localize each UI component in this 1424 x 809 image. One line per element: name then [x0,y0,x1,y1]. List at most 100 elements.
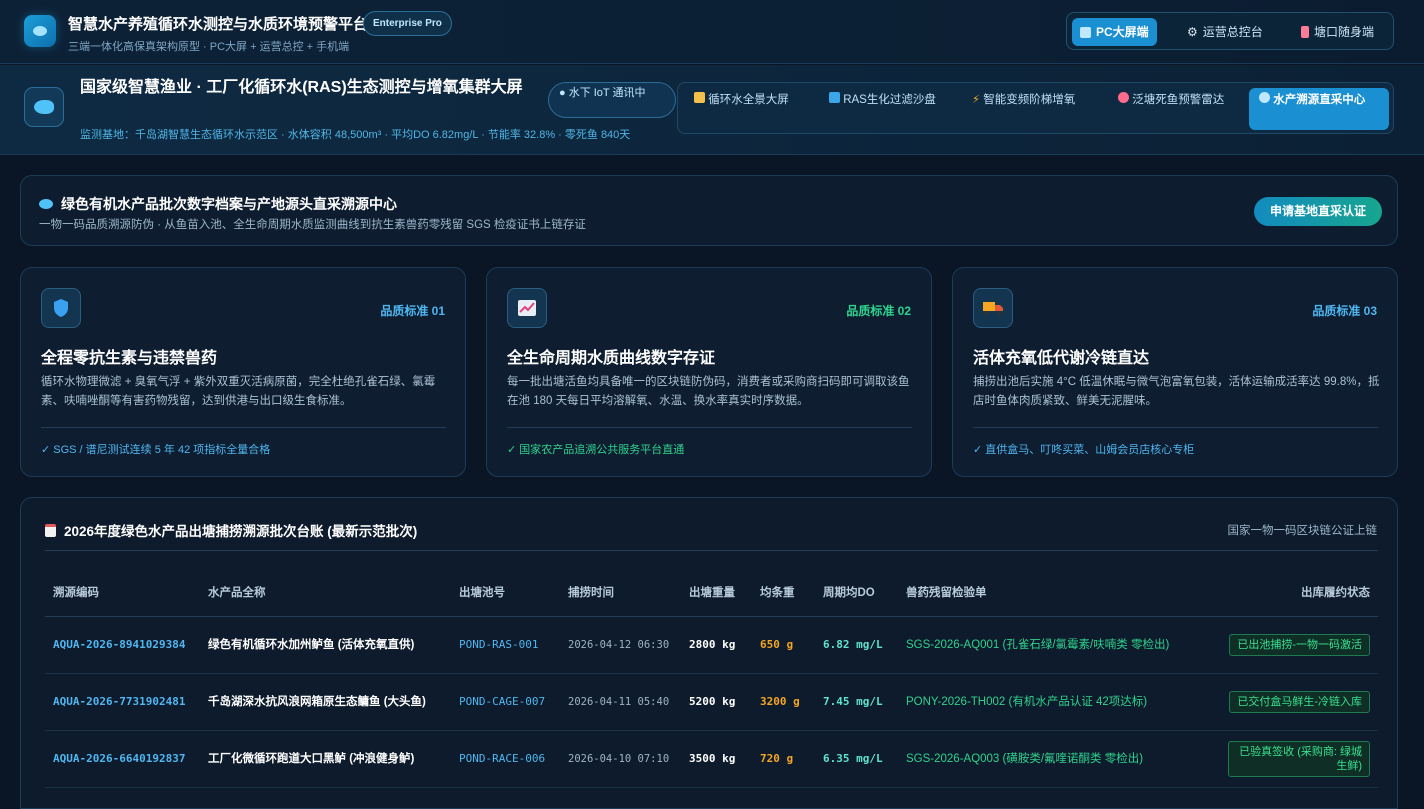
tab-alarm-radar[interactable]: 泛塘死鱼预警雷达 [1108,88,1238,130]
pond-id: POND-RACE-006 [451,730,560,788]
column-header: 溯源编码 [45,570,200,617]
view-label: 运营总控台 [1202,25,1263,39]
divider [45,550,1378,551]
residue-test-report[interactable]: SGS-2026-AQ003 (磺胺类/氟喹诺酮类 零检出) [898,730,1198,788]
harvest-time: 2026-04-10 07:10 [560,730,681,788]
harvest-weight: 3500 kg [681,730,752,788]
quality-card-2: 品质标准 02 全生命周期水质曲线数字存证 每一批出塘活鱼均具备唯一的区块链防伪… [486,267,932,477]
trace-code[interactable]: AQUA-2026-8941029384 [45,616,200,674]
fish-logo-icon [24,87,64,127]
product-name: 工厂化微循环跑道大口黑鲈 (冲浪健身鲈) [200,730,451,788]
tab-label: 智能变频阶梯增氧 [983,94,1076,106]
tab-label: 循环水全景大屏 [708,94,789,106]
column-header: 出塘池号 [451,570,560,617]
app-title: 智慧水产养殖循环水测控与水质环境预警平台 [68,16,369,33]
tab-panorama[interactable]: 循环水全景大屏 [684,88,814,130]
card-title: 全生命周期水质曲线数字存证 [507,350,716,367]
residue-test-report[interactable]: SGS-2026-AQ001 (孔雀石绿/氯霉素/呋喃类 零检出) [898,616,1198,674]
ledger-table: 溯源编码 水产品全称 出塘池号 捕捞时间 出塘重量 均条重 周期均DO 兽药残留… [45,570,1378,788]
pond-id: POND-RAS-001 [451,616,560,674]
card-tag: 品质标准 01 [380,304,445,318]
view-switcher: PC大屏端 ⚙ 运营总控台 塘口随身端 [1066,12,1394,50]
banner-title-text: 绿色有机水产品批次数字档案与产地源头直采溯源中心 [61,196,397,212]
divider [507,427,912,428]
column-header: 均条重 [752,570,815,617]
column-header: 出塘重量 [681,570,752,617]
tab-label: 泛塘死鱼预警雷达 [1132,94,1225,106]
card-tag: 品质标准 03 [1312,304,1377,318]
traceability-banner: 绿色有机水产品批次数字档案与产地源头直采溯源中心 一物一码品质溯源防伪 · 从鱼… [20,175,1398,246]
table-row[interactable]: AQUA-2026-8941029384 绿色有机循环水加州鲈鱼 (活体充氧直供… [45,616,1378,674]
average-weight: 720 g [752,730,815,788]
residue-test-report[interactable]: PONY-2026-TH002 (有机水产品认证 42项达标) [898,673,1198,731]
column-header: 水产品全称 [200,570,451,617]
average-do: 6.35 mg/L [815,730,898,788]
status-badge: 已验真签收 (采购商: 绿城生鲜) [1228,740,1370,777]
quality-card-1: 品质标准 01 全程零抗生素与违禁兽药 循环水物理微滤 + 臭氧气浮 + 紫外双… [20,267,466,477]
trend-chart-icon [507,288,547,328]
table-row[interactable]: AQUA-2026-7731902481 千岛湖深水抗风浪网箱原生态鳙鱼 (大头… [45,673,1378,731]
app-subtitle: 三端一体化高保真架构原型 · PC大屏 + 运营总控 + 手机端 [68,41,350,53]
harvest-weight: 5200 kg [681,673,752,731]
edition-badge: Enterprise Pro [363,11,452,36]
tab-label: 水产溯源直采中心 [1273,94,1366,106]
column-header: 兽药残留检验单 [898,570,1198,617]
pond-id: POND-CAGE-007 [451,673,560,731]
ledger-title-text: 2026年度绿色水产品出塘捕捞溯源批次台账 (最新示范批次) [64,524,418,539]
app-logo-icon [24,15,56,47]
gear-icon: ⚙ [1187,25,1198,39]
tab-ras-filter[interactable]: RAS生化过滤沙盘 [819,88,952,130]
card-description: 循环水物理微滤 + 臭氧气浮 + 紫外双重灭活病原菌，完全杜绝孔雀石绿、氯霉素、… [41,376,436,407]
refresh-icon [829,92,840,103]
shield-icon [41,288,81,328]
apply-certification-button[interactable]: 申请基地直采认证 [1254,197,1382,226]
module-meta: 监测基地：千岛湖智慧生态循环水示范区 · 水体容积 48,500m³ · 平均D… [80,129,631,141]
bolt-icon: ⚡ [972,94,981,106]
banner-subtitle: 一物一码品质溯源防伪 · 从鱼苗入池、全生命周期水质监测曲线到抗生素兽药零残留 … [39,219,586,231]
module-header: 国家级智慧渔业 · 工厂化循环水(RAS)生态测控与增氧集群大屏 监测基地：千岛… [0,65,1424,155]
table-row[interactable]: AQUA-2026-6640192837 工厂化微循环跑道大口黑鲈 (冲浪健身鲈… [45,730,1378,788]
view-ops-console-button[interactable]: ⚙ 运营总控台 [1179,18,1271,46]
harvest-time: 2026-04-11 05:40 [560,673,681,731]
status-badge: 已出池捕捞-一物一码激活 [1229,633,1370,656]
iot-status-badge: ● 水下 IoT 通讯中 [548,82,676,118]
card-description: 每一批出塘活鱼均具备唯一的区块链防伪码，消费者或采购商扫码即可调取该鱼在池 18… [507,376,910,407]
card-title: 活体充氧低代谢冷链直达 [973,350,1150,367]
tab-label: RAS生化过滤沙盘 [843,94,936,106]
product-name: 千岛湖深水抗风浪网箱原生态鳙鱼 (大头鱼) [200,673,451,731]
ledger-title: 2026年度绿色水产品出塘捕捞溯源批次台账 (最新示范批次) [45,520,417,540]
card-footnote: ✓ 直供盒马、叮咚买菜、山姆会员店核心专柜 [973,444,1195,456]
alarm-icon [1118,92,1129,103]
trace-code[interactable]: AQUA-2026-7731902481 [45,673,200,731]
tab-aeration[interactable]: ⚡ 智能变频阶梯增氧 [962,88,1098,130]
column-header: 周期均DO [815,570,898,617]
table-header-row: 溯源编码 水产品全称 出塘池号 捕捞时间 出塘重量 均条重 周期均DO 兽药残留… [45,570,1378,617]
divider [41,427,446,428]
status-cell: 已出池捕捞-一物一码激活 [1198,616,1378,674]
product-name: 绿色有机循环水加州鲈鱼 (活体充氧直供) [200,616,451,674]
view-mobile-button[interactable]: 塘口随身端 [1293,18,1382,46]
monitor-icon [1080,26,1091,38]
harvest-time: 2026-04-12 06:30 [560,616,681,674]
average-do: 6.82 mg/L [815,616,898,674]
module-tabs: 循环水全景大屏 RAS生化过滤沙盘 ⚡ 智能变频阶梯增氧 泛塘死鱼预警雷达 水产… [677,82,1394,134]
view-label: 塘口随身端 [1314,25,1375,39]
app-header: 智慧水产养殖循环水测控与水质环境预警平台 Enterprise Pro 三端一体… [0,0,1424,64]
status-badge: 已交付盒马鲜生-冷链入库 [1229,690,1370,713]
quality-card-3: 品质标准 03 活体充氧低代谢冷链直达 捕捞出池后实施 4°C 低温休眠与微气泡… [952,267,1398,477]
bar-chart-icon [694,92,705,103]
fish-icon [1259,92,1270,103]
status-cell: 已验真签收 (采购商: 绿城生鲜) [1198,730,1378,788]
truck-icon [973,288,1013,328]
card-footnote: ✓ 国家农产品追溯公共服务平台直通 [507,444,685,456]
average-do: 7.45 mg/L [815,673,898,731]
view-label: PC大屏端 [1096,25,1149,39]
status-cell: 已交付盒马鲜生-冷链入库 [1198,673,1378,731]
trace-code[interactable]: AQUA-2026-6640192837 [45,730,200,788]
fish-icon [39,199,53,209]
tab-traceability[interactable]: 水产溯源直采中心 [1249,88,1389,130]
card-tag: 品质标准 02 [846,304,911,318]
module-title: 国家级智慧渔业 · 工厂化循环水(RAS)生态测控与增氧集群大屏 [80,79,523,96]
view-pc-screen-button[interactable]: PC大屏端 [1072,18,1157,46]
mobile-icon [1301,26,1309,38]
